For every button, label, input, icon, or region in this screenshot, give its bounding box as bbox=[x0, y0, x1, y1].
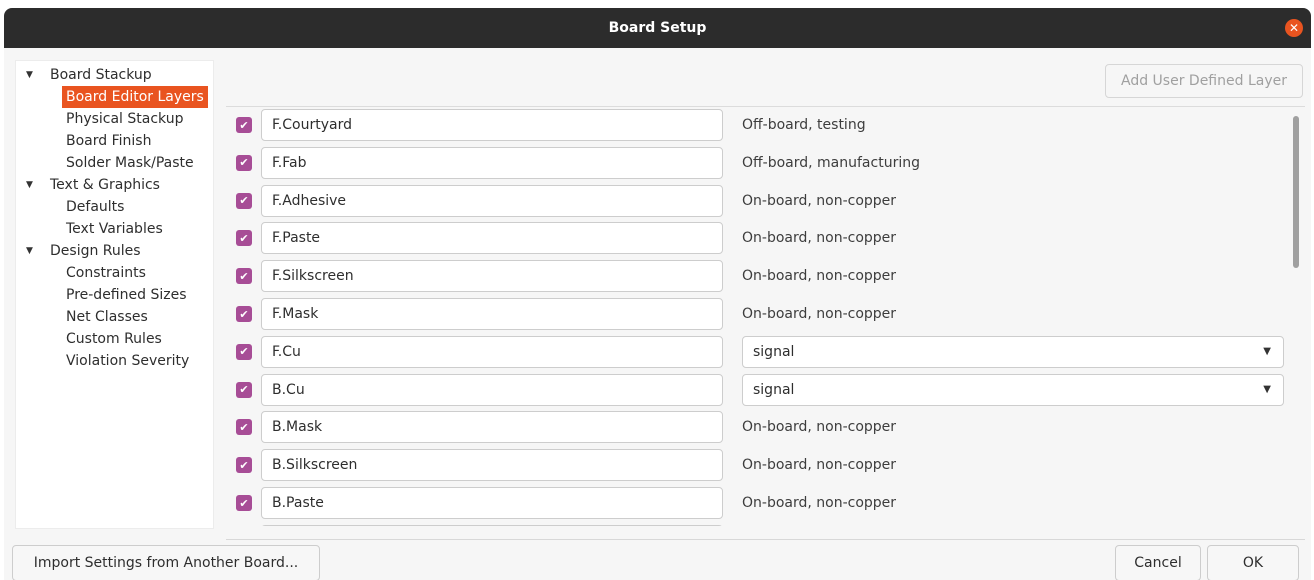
close-icon[interactable]: ✕ bbox=[1285, 19, 1303, 37]
tree-item-label: Custom Rules bbox=[66, 331, 162, 347]
layer-row: ✔ F.Paste On-board, non-copper bbox=[226, 219, 1305, 257]
tree-item-board-stackup[interactable]: ▼ Board Stackup bbox=[16, 64, 213, 86]
layer-name-field[interactable]: B.Paste bbox=[261, 487, 723, 519]
layer-type-label: On-board, non-copper bbox=[742, 306, 897, 322]
layer-row: ✔ B.Cu signal ▼ bbox=[226, 371, 1305, 409]
import-settings-button[interactable]: Import Settings from Another Board... bbox=[12, 545, 320, 580]
expand-arrow-icon[interactable]: ▼ bbox=[26, 240, 36, 262]
chevron-down-icon[interactable]: ▼ bbox=[1263, 337, 1271, 367]
tree-item-label: Net Classes bbox=[66, 309, 148, 325]
layer-row: ✔ F.Mask On-board, non-copper bbox=[226, 295, 1305, 333]
layer-type-label: On-board, non-copper bbox=[742, 419, 897, 436]
tree-item-label: Pre-defined Sizes bbox=[66, 287, 187, 303]
layer-enabled-checkbox[interactable]: ✔ bbox=[236, 457, 252, 474]
layer-type-label: On-board, non-copper bbox=[742, 192, 897, 209]
tree-item-label: Text Variables bbox=[66, 221, 163, 237]
layer-row: ✔ F.Courtyard Off-board, testing bbox=[226, 107, 1305, 144]
tree-item-pre-defined-sizes[interactable]: Pre-defined Sizes bbox=[16, 284, 213, 306]
expand-arrow-icon[interactable]: ▼ bbox=[26, 64, 36, 86]
layer-enabled-checkbox[interactable]: ✔ bbox=[236, 192, 252, 209]
tree-item-board-finish[interactable]: Board Finish bbox=[16, 130, 213, 152]
layer-enabled-checkbox[interactable]: ✔ bbox=[236, 381, 252, 398]
layer-name-field[interactable]: F.Silkscreen bbox=[261, 260, 723, 293]
layer-enabled-checkbox[interactable]: ✔ bbox=[236, 230, 252, 247]
tree-item-solder-mask-paste[interactable]: Solder Mask/Paste bbox=[16, 152, 213, 174]
layer-row bbox=[226, 522, 1305, 526]
layer-name-field[interactable]: B.Silkscreen bbox=[261, 449, 723, 482]
layer-enabled-checkbox[interactable]: ✔ bbox=[236, 117, 252, 133]
settings-tree: ▼ Board Stackup Board Editor Layers Physica… bbox=[15, 60, 214, 529]
layer-enabled-checkbox[interactable]: ✔ bbox=[236, 306, 252, 322]
tree-item-defaults[interactable]: Defaults bbox=[16, 196, 213, 218]
tree-item-board-editor-layers[interactable]: Board Editor Layers bbox=[16, 86, 213, 108]
layer-enabled-checkbox[interactable]: ✔ bbox=[236, 268, 252, 285]
tree-item-design-rules[interactable]: ▼ Design Rules bbox=[16, 240, 213, 262]
layer-enabled-checkbox[interactable]: ✔ bbox=[236, 154, 252, 171]
tree-item-label: Violation Severity bbox=[66, 353, 190, 369]
tree-item-label: Board Finish bbox=[66, 133, 152, 149]
tree-item-violation-severity[interactable]: Violation Severity bbox=[16, 350, 213, 372]
footer-divider bbox=[226, 539, 1305, 540]
layer-row: ✔ B.Paste On-board, non-copper bbox=[226, 484, 1305, 522]
tree-item-text-variables[interactable]: Text Variables bbox=[16, 218, 213, 240]
layer-row: ✔ F.Silkscreen On-board, non-copper bbox=[226, 257, 1305, 295]
layer-type-label: On-board, non-copper bbox=[742, 268, 897, 285]
layer-type-dropdown[interactable]: signal ▼ bbox=[742, 335, 1284, 368]
layer-type-label: On-board, non-copper bbox=[742, 230, 897, 247]
layer-row: ✔ F.Fab Off-board, manufacturing bbox=[226, 144, 1305, 182]
layer-row: ✔ F.Cu signal ▼ bbox=[226, 333, 1305, 371]
tree-item-net-classes[interactable]: Net Classes bbox=[16, 306, 213, 328]
layer-type-value: signal bbox=[753, 343, 795, 360]
layer-type-label: Off-board, manufacturing bbox=[742, 154, 920, 171]
tree-item-text-graphics[interactable]: ▼ Text & Graphics bbox=[16, 174, 213, 196]
tree-item-label: Physical Stackup bbox=[66, 111, 184, 127]
chevron-down-icon[interactable]: ▼ bbox=[1263, 375, 1271, 405]
tree-item-label: Board Editor Layers bbox=[62, 86, 208, 108]
layer-enabled-checkbox[interactable]: ✔ bbox=[236, 343, 252, 360]
tree-item-constraints[interactable]: Constraints bbox=[16, 262, 213, 284]
layer-name-field[interactable]: F.Cu bbox=[261, 335, 723, 368]
tree-item-label: Text & Graphics bbox=[50, 177, 160, 193]
layer-name-field[interactable]: F.Adhesive bbox=[261, 184, 723, 217]
layer-name-field[interactable]: F.Fab bbox=[261, 146, 723, 179]
add-user-defined-layer-button[interactable]: Add User Defined Layer bbox=[1105, 64, 1303, 98]
layer-name-field[interactable]: B.Mask bbox=[261, 411, 723, 444]
layer-name-field[interactable]: F.Paste bbox=[261, 222, 723, 255]
tree-item-label: Board Stackup bbox=[50, 67, 152, 83]
window-title: Board Setup bbox=[608, 20, 707, 36]
ok-button[interactable]: OK bbox=[1207, 545, 1299, 580]
layer-name-field[interactable] bbox=[261, 524, 723, 526]
expand-arrow-icon[interactable]: ▼ bbox=[26, 174, 36, 196]
cancel-button[interactable]: Cancel bbox=[1115, 545, 1201, 580]
layer-list: ✔ F.Courtyard Off-board, testing ✔ F.Fab Off-… bbox=[226, 106, 1305, 526]
layer-enabled-checkbox[interactable]: ✔ bbox=[236, 419, 252, 436]
layer-type-label: Off-board, testing bbox=[742, 117, 866, 133]
layer-type-label: On-board, non-copper bbox=[742, 457, 897, 474]
layer-type-label: On-board, non-copper bbox=[742, 495, 897, 511]
tree-item-physical-stackup[interactable]: Physical Stackup bbox=[16, 108, 213, 130]
layer-enabled-checkbox[interactable]: ✔ bbox=[236, 495, 252, 511]
layer-name-field[interactable]: F.Courtyard bbox=[261, 109, 723, 141]
tree-item-label: Constraints bbox=[66, 265, 146, 281]
tree-item-label: Defaults bbox=[66, 199, 125, 215]
layer-type-dropdown[interactable]: signal ▼ bbox=[742, 373, 1284, 406]
layer-type-value: signal bbox=[753, 381, 795, 398]
title-bar: Board Setup ✕ bbox=[4, 8, 1311, 48]
layer-row: ✔ B.Mask On-board, non-copper bbox=[226, 408, 1305, 446]
board-setup-dialog: Board Setup ✕ ▼ Board Stackup Board Editor… bbox=[4, 8, 1311, 580]
layer-name-field[interactable]: B.Cu bbox=[261, 373, 723, 406]
tree-item-custom-rules[interactable]: Custom Rules bbox=[16, 328, 213, 350]
layer-row: ✔ B.Silkscreen On-board, non-copper bbox=[226, 446, 1305, 484]
tree-item-label: Solder Mask/Paste bbox=[66, 155, 194, 171]
tree-item-label: Design Rules bbox=[50, 243, 141, 259]
layer-name-field[interactable]: F.Mask bbox=[261, 298, 723, 330]
layer-row: ✔ F.Adhesive On-board, non-copper bbox=[226, 182, 1305, 220]
layer-list-scrollbar[interactable] bbox=[1293, 116, 1299, 268]
